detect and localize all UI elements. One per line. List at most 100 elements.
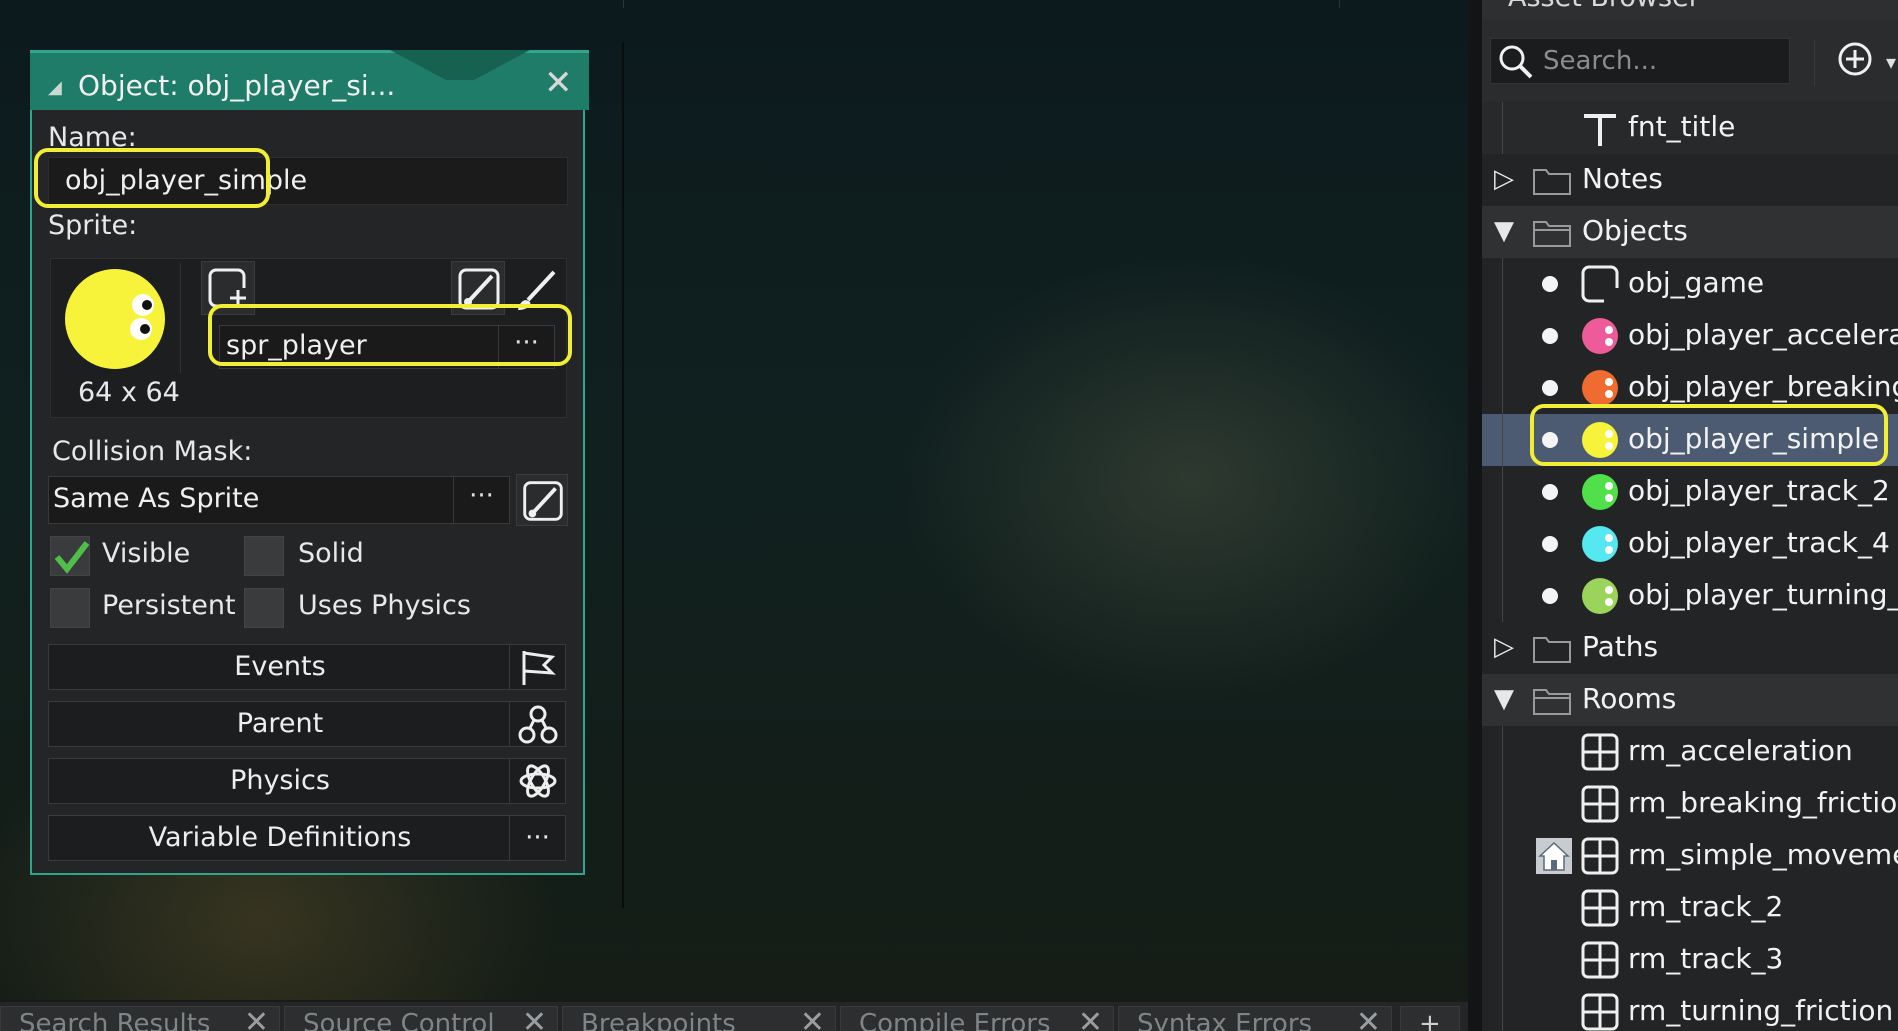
tree-item-rm-breaking-friction[interactable]: rm_breaking_friction	[1482, 778, 1898, 830]
flag-icon	[509, 645, 565, 689]
tree-item-rm-track-2[interactable]: rm_track_2	[1482, 882, 1898, 934]
physics-button-label: Physics	[230, 765, 330, 796]
tree-item-obj-player-turning[interactable]: obj_player_turning_fi	[1482, 570, 1898, 622]
sprite-preview-icon	[65, 269, 165, 369]
sprite-label: Sprite:	[48, 210, 138, 241]
tree-item-obj-player-track-4[interactable]: obj_player_track_4	[1482, 518, 1898, 570]
sprite-yellow-icon	[1582, 422, 1618, 458]
tree-guide	[1502, 310, 1503, 362]
room-icon	[1581, 733, 1619, 771]
sprite-thumbnail[interactable]	[61, 263, 181, 373]
add-tab-button[interactable]: +	[1400, 1006, 1460, 1031]
tree-item-rm-turning-friction[interactable]: rm_turning_friction	[1482, 986, 1898, 1031]
tree-item-label: Objects	[1582, 214, 1688, 247]
tree-guide	[1502, 102, 1503, 154]
object-editor-titlebar[interactable]: ◢ Object: obj_player_si... ✕	[30, 50, 589, 110]
more-options-icon[interactable]: ···	[509, 816, 565, 860]
uses-physics-checkbox[interactable]	[244, 588, 284, 628]
chevron-down-icon[interactable]: ▼	[1494, 684, 1514, 714]
tree-item-obj-player-acceleration[interactable]: obj_player_accelerati	[1482, 310, 1898, 362]
tree-guide	[1502, 258, 1503, 310]
close-icon[interactable]: ✕	[1356, 1005, 1381, 1031]
status-dot	[1542, 380, 1558, 396]
tab-source-control[interactable]: Source Control ✕	[284, 1005, 558, 1031]
close-icon[interactable]: ✕	[244, 1005, 269, 1031]
tab-compile-errors[interactable]: Compile Errors ✕	[840, 1005, 1114, 1031]
tree-item-rm-track-3[interactable]: rm_track_3	[1482, 934, 1898, 986]
tree-item-fnt-title[interactable]: fnt_title	[1482, 102, 1898, 154]
tree-folder-notes[interactable]: ▷ Notes	[1482, 154, 1898, 206]
events-button[interactable]: Events	[48, 644, 566, 690]
search-icon	[1499, 45, 1533, 79]
name-field[interactable]: obj_player_simple	[48, 157, 568, 205]
parent-button[interactable]: Parent	[48, 701, 566, 747]
sprite-panel: 64 x 64 spr_player ···	[50, 258, 567, 418]
divider-tick	[623, 0, 624, 8]
tree-item-obj-player-track-2[interactable]: obj_player_track_2	[1482, 466, 1898, 518]
search-input[interactable]	[1543, 43, 1783, 79]
tab-label: Syntax Errors	[1137, 1009, 1313, 1031]
checkmark-icon	[54, 541, 90, 574]
panel-separator[interactable]	[1468, 0, 1482, 1031]
chevron-down-icon[interactable]: ▼	[1494, 216, 1514, 246]
sprite-select[interactable]: spr_player ···	[219, 325, 555, 369]
tab-label: Compile Errors	[859, 1009, 1051, 1031]
tree-item-label: obj_player_turning_fi	[1628, 578, 1898, 611]
search-separator	[1814, 40, 1815, 86]
sprite-orange-icon	[1582, 370, 1618, 406]
folder-open-icon	[1533, 221, 1571, 247]
close-icon[interactable]: ✕	[800, 1005, 825, 1031]
sprite-green-icon	[1582, 474, 1618, 510]
folder-icon	[1533, 169, 1571, 195]
tree-folder-objects[interactable]: ▼ Objects	[1482, 206, 1898, 258]
grip-icon: ◢	[48, 77, 62, 98]
tree-guide	[1502, 830, 1503, 882]
uses-physics-label: Uses Physics	[298, 590, 471, 621]
tree-item-obj-player-breaking[interactable]: obj_player_breaking_	[1482, 362, 1898, 414]
tree-guide	[1502, 466, 1503, 518]
variable-definitions-label: Variable Definitions	[148, 822, 412, 853]
sprite-browse-button[interactable]: ···	[498, 326, 554, 368]
tree-item-label: obj_player_track_2	[1628, 474, 1890, 507]
collision-mask-select[interactable]: Same As Sprite ···	[48, 476, 510, 524]
collision-mask-value: Same As Sprite	[53, 483, 260, 514]
close-icon[interactable]: ✕	[544, 63, 573, 103]
close-icon[interactable]: ✕	[1078, 1005, 1103, 1031]
solid-checkbox[interactable]	[244, 536, 284, 576]
home-icon	[1536, 838, 1572, 874]
tab-syntax-errors[interactable]: Syntax Errors ✕	[1118, 1005, 1392, 1031]
new-sprite-button[interactable]	[201, 261, 255, 315]
add-circle-icon[interactable]	[1836, 40, 1874, 78]
tree-item-label: obj_player_simple	[1628, 422, 1880, 455]
asset-search-row: ▾	[1482, 20, 1898, 102]
paint-sprite-button[interactable]	[509, 261, 563, 315]
status-dot	[1542, 432, 1558, 448]
tree-item-rm-simple-movement[interactable]: rm_simple_movemen	[1482, 830, 1898, 882]
tree-item-obj-player-simple[interactable]: obj_player_simple	[1482, 414, 1898, 466]
variable-definitions-button[interactable]: Variable Definitions ···	[48, 815, 566, 861]
tree-item-label: rm_track_2	[1628, 890, 1784, 923]
visible-checkbox[interactable]	[50, 536, 90, 576]
collision-mask-browse-button[interactable]: ···	[453, 477, 509, 523]
tab-breakpoints[interactable]: Breakpoints ✕	[562, 1005, 836, 1031]
divider-tick	[1339, 0, 1340, 8]
tree-folder-rooms[interactable]: ▼ Rooms	[1482, 674, 1898, 726]
tree-item-obj-game[interactable]: obj_game	[1482, 258, 1898, 310]
edit-collision-mask-button[interactable]	[516, 474, 568, 526]
persistent-checkbox[interactable]	[50, 588, 90, 628]
chevron-right-icon[interactable]: ▷	[1494, 632, 1514, 662]
tab-search-results[interactable]: Search Results ✕	[0, 1005, 280, 1031]
tree-item-label: obj_player_breaking_	[1628, 370, 1898, 403]
physics-button[interactable]: Physics	[48, 758, 566, 804]
tree-item-label: fnt_title	[1628, 110, 1736, 143]
bottom-tab-bar: Search Results ✕ Source Control ✕ Breakp…	[0, 1000, 1468, 1031]
chevron-right-icon[interactable]: ▷	[1494, 164, 1514, 194]
tree-item-rm-acceleration[interactable]: rm_acceleration	[1482, 726, 1898, 778]
edit-sprite-button[interactable]	[451, 261, 505, 315]
close-icon[interactable]: ✕	[522, 1005, 547, 1031]
font-icon	[1584, 114, 1616, 146]
tree-folder-paths[interactable]: ▷ Paths	[1482, 622, 1898, 674]
search-box[interactable]	[1490, 38, 1790, 84]
chevron-down-icon[interactable]: ▾	[1886, 50, 1896, 74]
status-dot	[1542, 328, 1558, 344]
